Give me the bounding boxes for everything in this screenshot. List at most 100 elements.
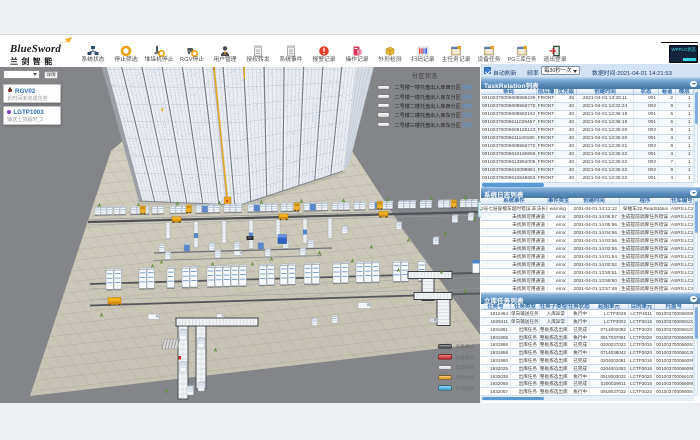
table-row[interactable]: 00100370006613952005FRONT402021-04-01 13… xyxy=(481,159,694,167)
table-row[interactable]: 00100370006609886239FRONT452021-04-01 13… xyxy=(481,95,694,103)
column-header[interactable]: 程序 xyxy=(620,198,671,204)
section-collapse-button[interactable] xyxy=(690,81,697,88)
table-row[interactable]: 未找到可用通道error2021-04-01 14:05:56生成提前调库任务错… xyxy=(481,221,694,229)
table-row[interactable]: 1931891出库任务整板拣选出库已完成0714002082LCTP302000… xyxy=(481,326,694,334)
toolbar-item-11[interactable]: 扫码记录 xyxy=(406,44,440,64)
table-row[interactable]: 未找到可用通道error2021-04-01 14:00:52生成提前调库任务错… xyxy=(481,261,694,269)
table-row[interactable]: 1932038出库任务整板拣选出库执行中0918003032LCTP302000… xyxy=(481,373,694,381)
table-row[interactable]: 未找到可用通道error2021-04-01 13:57:49生成提前调库任务错… xyxy=(481,285,694,293)
scrollbar-thumb[interactable] xyxy=(482,397,544,401)
section-collapse-button[interactable] xyxy=(690,296,697,303)
toolbar-item-13[interactable]: 设备任务 xyxy=(472,44,506,64)
table-row[interactable]: 00100370006611140190FRONT402021-04-01 13… xyxy=(481,135,694,143)
table-row[interactable]: 未找到可用通道error2021-04-01 13:58:50生成提前调库任务错… xyxy=(481,277,694,285)
column-header[interactable]: 条码 xyxy=(481,89,537,95)
table-row[interactable]: 00100370006609556770FRONT402021-04-01 13… xyxy=(481,103,694,111)
zone-control-link[interactable]: 控制 xyxy=(462,122,472,129)
table-row[interactable]: 1931958出库任务整板拣选出库执行中0714038042LCTP302000… xyxy=(481,349,694,357)
column-header[interactable]: 起始单元 xyxy=(590,304,629,310)
scrollbar-thumb[interactable] xyxy=(695,201,698,233)
table-row[interactable]: 00100370006609556770FRONT402021-04-01 13… xyxy=(481,143,694,151)
scrollbar-thumb[interactable] xyxy=(695,307,698,339)
table-row[interactable]: 未找到可用通道error2021-04-01 14:06:57生成提前调库任务错… xyxy=(481,213,694,221)
zone-control-link[interactable]: 控制 xyxy=(462,112,472,119)
alarm-card-LGTP1003[interactable]: LGTP1003输送上货超时_2 xyxy=(3,106,61,125)
zone-toggle[interactable] xyxy=(377,103,390,108)
toolbar-item-9[interactable]: 操作记录 xyxy=(340,44,374,64)
column-header[interactable]: 托盘号 xyxy=(655,304,694,310)
vertical-scrollbar[interactable] xyxy=(694,89,699,183)
table-row[interactable]: 1812464单向输送任务入库异常执行中LCTP3049LCTP40110010… xyxy=(481,310,694,318)
auto-refresh-checkbox[interactable] xyxy=(484,67,491,74)
warehouse-3d-viewport[interactable]: 详情 RGV02长时间未完成任务LGTP1003输送上货超时_2 分区状态 二号… xyxy=(0,67,480,403)
column-header[interactable]: 优先级 xyxy=(556,89,577,95)
toolbar-item-7[interactable]: 系统事件 xyxy=(274,44,308,64)
cell: 9 xyxy=(659,167,676,174)
toolbar-item-12[interactable]: 主任务记录 xyxy=(439,44,473,64)
zone-toggle[interactable] xyxy=(377,94,390,99)
table-row[interactable]: 1932067出库任务整板拣选出库执行中0918037032LCTP302000… xyxy=(481,388,694,396)
table-row[interactable]: 未找到可用通道error2021-04-01 13:59:51生成提前调库任务错… xyxy=(481,269,694,277)
section-collapse-button[interactable] xyxy=(690,190,697,197)
column-header[interactable]: 任务状态 xyxy=(568,304,590,310)
detail-button[interactable]: 详情 xyxy=(44,71,58,79)
zone-toggle[interactable] xyxy=(377,122,390,127)
table-row[interactable]: 00100370006610190659FRONT402021-04-01 13… xyxy=(481,151,694,159)
column-header[interactable]: 前后端 xyxy=(537,89,556,95)
table-row[interactable]: 00100370006609582162FRONT402021-04-01 13… xyxy=(481,111,694,119)
column-header[interactable]: 目的单元 xyxy=(629,304,655,310)
column-header[interactable]: 仓库编号 xyxy=(671,198,694,204)
table-row[interactable]: 2号七层穿梭车超时错误,非法长度warning2021-04-01 14:12:… xyxy=(481,205,694,213)
zone-toggle[interactable] xyxy=(377,112,390,117)
table-row[interactable]: 1828411单向输送任务入库异常执行中LCTP3002LCTP30150010… xyxy=(481,318,694,326)
column-header[interactable]: 系统事件 xyxy=(481,198,548,204)
column-header[interactable]: 事件类型 xyxy=(548,198,569,204)
column-header[interactable]: 创建时间 xyxy=(569,198,620,204)
table-row[interactable]: 00100370006610648653FRONT402021-04-01 13… xyxy=(481,175,694,183)
column-header[interactable]: 创建时间 xyxy=(577,89,634,95)
table-row[interactable]: 未找到可用通道error2021-04-01 14:03:56生成提前调库任务错… xyxy=(481,237,694,245)
alarm-card-RGV02[interactable]: RGV02长时间未完成任务 xyxy=(3,84,61,103)
toolbar-item-14[interactable]: PG三库任务 xyxy=(505,44,539,64)
toolbar-item-1[interactable]: 系统状态 xyxy=(76,44,110,64)
horizontal-scrollbar[interactable] xyxy=(481,396,694,401)
cell: 00100370006609556770 xyxy=(655,380,694,387)
plc-monitor-widget[interactable]: WPPLC状态 xyxy=(669,45,698,63)
table-row[interactable]: 1931956出库任务整板拣选出库已完成0200037022LCTP301600… xyxy=(481,341,694,349)
table-row[interactable]: 1931905出库任务整板拣选出库执行中0917037061LCTP302000… xyxy=(481,334,694,342)
toolbar-item-5[interactable]: 用户管理 xyxy=(208,44,242,64)
table-row[interactable]: 00100370006609125123FRONT402021-04-01 13… xyxy=(481,127,694,135)
device-filter-select[interactable] xyxy=(3,70,40,79)
table-row[interactable]: 未找到可用通道error2021-04-01 14:02:55生成提前调库任务错… xyxy=(481,245,694,253)
zone-toggle[interactable] xyxy=(377,85,390,90)
table-row[interactable]: 未找到可用通道error2021-04-01 14:04:56生成提前调库任务错… xyxy=(481,229,694,237)
toolbar-item-2[interactable]: 停止筛选 xyxy=(109,44,143,64)
table-row[interactable]: 00100370006611029457FRONT402021-04-01 13… xyxy=(481,119,694,127)
column-header[interactable]: 楼层 xyxy=(676,89,694,95)
column-header[interactable]: 任务子类型 xyxy=(540,304,568,310)
column-header[interactable]: 状态 xyxy=(634,89,659,95)
toolbar-item-4[interactable]: RGV停止 xyxy=(175,44,209,64)
zone-control-link[interactable]: 控制 xyxy=(462,84,472,91)
column-header[interactable]: 任务号 xyxy=(481,304,511,310)
column-header[interactable]: 任务类型 xyxy=(511,304,540,310)
cell: 执行中 xyxy=(568,349,590,356)
table-row[interactable]: 未找到可用通道error2021-04-01 14:01:54生成提前调库任务错… xyxy=(481,253,694,261)
table-row[interactable]: 1932050出库任务整板拣选出库已完成0200039011LCTP301600… xyxy=(481,380,694,388)
scrollbar-thumb[interactable] xyxy=(695,92,698,124)
toolbar-item-3[interactable]: 堆垛机停止 xyxy=(142,44,176,64)
vertical-scrollbar[interactable] xyxy=(694,304,699,397)
toolbar-item-8[interactable]: 报警记录 xyxy=(307,44,341,64)
table-row[interactable]: 00100370006610098881FRONT402021-04-01 13… xyxy=(481,167,694,175)
cell: 00100370006610190659 xyxy=(481,151,537,158)
frequency-select[interactable]: 每30秒一次 xyxy=(541,66,580,76)
toolbar-item-6[interactable]: 授权转发 xyxy=(241,44,275,64)
table-row[interactable]: 1932025出库任务整板拣选出库已完成0204001062LCTP301600… xyxy=(481,365,694,373)
zone-control-link[interactable]: 控制 xyxy=(462,103,472,110)
zone-control-link[interactable]: 控制 xyxy=(462,94,472,101)
column-header[interactable]: 巷道 xyxy=(659,89,676,95)
table-row[interactable]: 1931980出库任务整板拣选出库已完成0204002081LCTP301600… xyxy=(481,357,694,365)
vertical-scrollbar[interactable] xyxy=(694,198,699,293)
toolbar-item-15[interactable]: 退出登录 xyxy=(538,44,572,64)
toolbar-item-10[interactable]: 外形检测 xyxy=(373,44,407,64)
